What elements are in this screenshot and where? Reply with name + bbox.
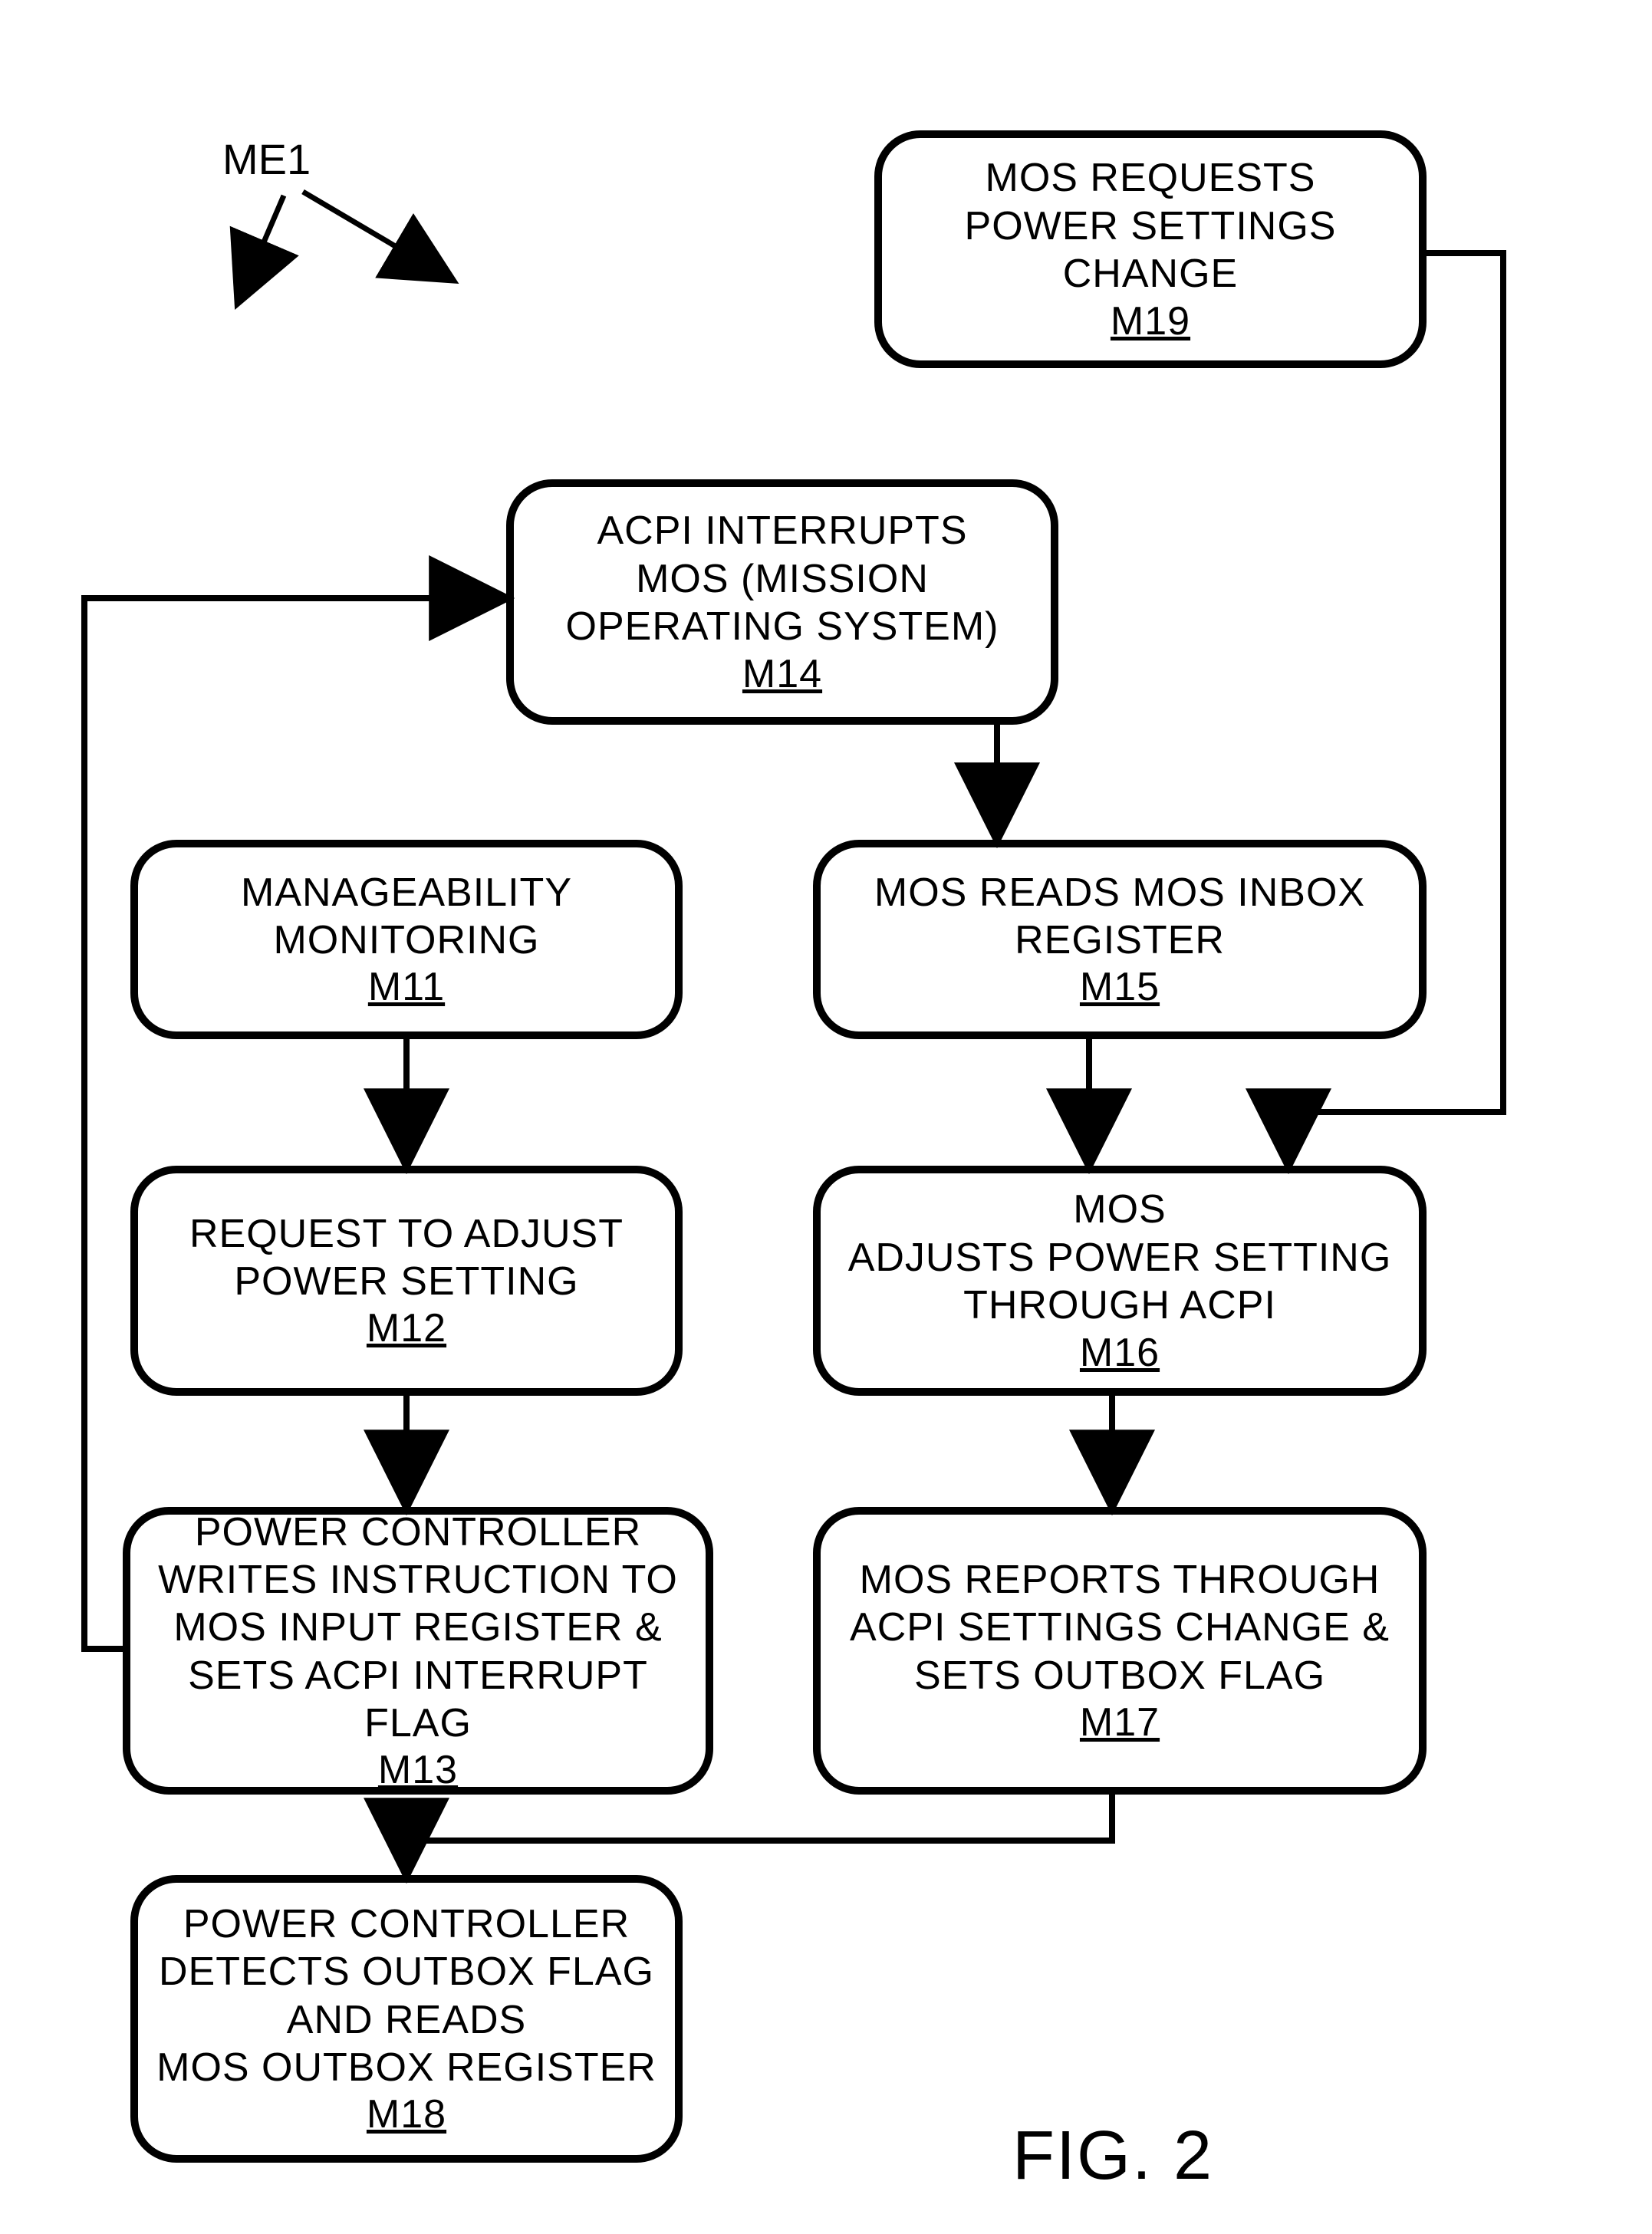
node-m17: MOS REPORTS THROUGHACPI SETTINGS CHANGE … — [813, 1507, 1427, 1795]
node-m17-id: M17 — [1080, 1699, 1160, 1745]
node-m16: MOSADJUSTS POWER SETTINGTHROUGH ACPI M16 — [813, 1166, 1427, 1396]
node-m15-text: MOS READS MOS INBOXREGISTER — [874, 869, 1365, 965]
figure-label: FIG. 2 — [1012, 2117, 1213, 2196]
edge-m17-to-m18 — [406, 1795, 1112, 1875]
node-m15-id: M15 — [1080, 964, 1160, 1010]
node-m19-text: MOS REQUESTSPOWER SETTINGSCHANGE — [965, 154, 1337, 298]
label-me1: ME1 — [222, 134, 311, 184]
me1-arrow-1 — [238, 196, 284, 303]
node-m11-text: MANAGEABILITYMONITORING — [241, 869, 572, 965]
node-m14: ACPI INTERRUPTSMOS (MISSIONOPERATING SYS… — [506, 479, 1058, 725]
node-m18-id: M18 — [367, 2091, 446, 2137]
node-m13-id: M13 — [378, 1747, 458, 1793]
node-m17-text: MOS REPORTS THROUGHACPI SETTINGS CHANGE … — [850, 1556, 1390, 1699]
edge-m13-to-m14 — [84, 598, 506, 1649]
node-m13-text: POWER CONTROLLERWRITES INSTRUCTION TOMOS… — [146, 1509, 690, 1748]
node-m18: POWER CONTROLLERDETECTS OUTBOX FLAGAND R… — [130, 1875, 683, 2163]
node-m16-id: M16 — [1080, 1330, 1160, 1376]
node-m18-text: POWER CONTROLLERDETECTS OUTBOX FLAGAND R… — [156, 1900, 657, 2092]
node-m14-text: ACPI INTERRUPTSMOS (MISSIONOPERATING SYS… — [566, 507, 999, 650]
node-m14-id: M14 — [742, 651, 822, 697]
node-m19-id: M19 — [1111, 298, 1190, 344]
node-m11: MANAGEABILITYMONITORING M11 — [130, 840, 683, 1039]
me1-arrow-2 — [303, 192, 452, 280]
node-m15: MOS READS MOS INBOXREGISTER M15 — [813, 840, 1427, 1039]
node-m19: MOS REQUESTSPOWER SETTINGSCHANGE M19 — [874, 130, 1427, 368]
node-m16-text: MOSADJUSTS POWER SETTINGTHROUGH ACPI — [848, 1186, 1392, 1329]
node-m13: POWER CONTROLLERWRITES INSTRUCTION TOMOS… — [123, 1507, 713, 1795]
flowchart-canvas: ME1 MOS REQUESTSPOWER SETTINGSCHANGE M19… — [0, 0, 1652, 2234]
node-m12-text: REQUEST TO ADJUSTPOWER SETTING — [189, 1210, 624, 1306]
node-m12-id: M12 — [367, 1305, 446, 1351]
node-m11-id: M11 — [368, 964, 445, 1010]
node-m12: REQUEST TO ADJUSTPOWER SETTING M12 — [130, 1166, 683, 1396]
